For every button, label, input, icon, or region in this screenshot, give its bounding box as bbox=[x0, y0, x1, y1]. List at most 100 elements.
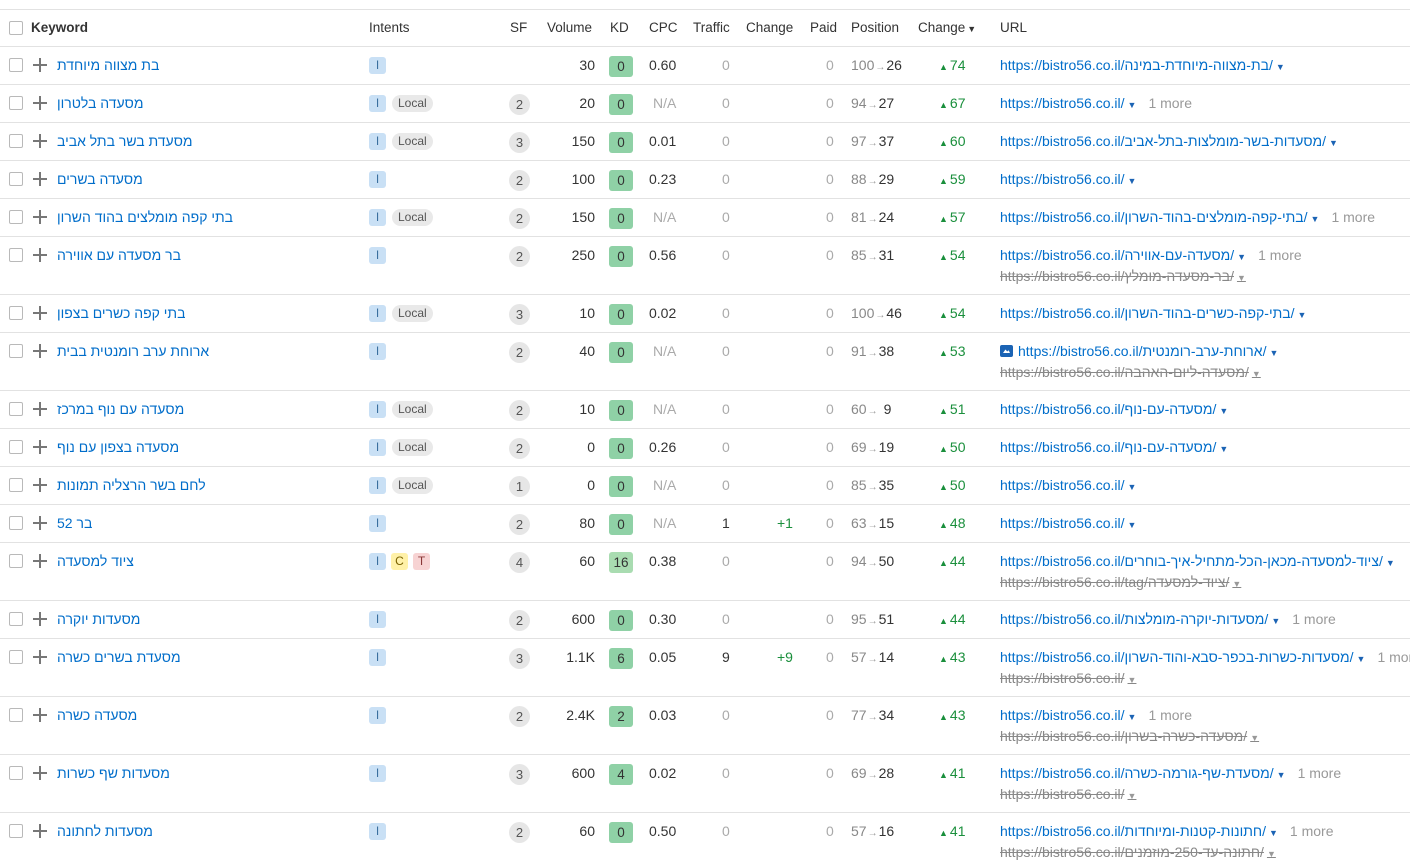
header-volume[interactable]: Volume bbox=[547, 20, 592, 35]
add-keyword-icon[interactable] bbox=[33, 402, 47, 416]
chevron-down-icon[interactable]: ▼ bbox=[1267, 849, 1276, 859]
add-keyword-icon[interactable] bbox=[33, 708, 47, 722]
chevron-down-icon[interactable]: ▼ bbox=[1128, 791, 1137, 801]
chevron-down-icon[interactable]: ▼ bbox=[1128, 675, 1137, 685]
row-checkbox[interactable] bbox=[9, 306, 23, 320]
row-checkbox[interactable] bbox=[9, 612, 23, 626]
keyword-link[interactable]: מסעדה בצפון עם נוף bbox=[57, 438, 179, 456]
add-keyword-icon[interactable] bbox=[33, 554, 47, 568]
header-paid[interactable]: Paid bbox=[810, 20, 837, 35]
header-intents[interactable]: Intents bbox=[369, 20, 410, 35]
chevron-down-icon[interactable]: ▼ bbox=[1271, 616, 1280, 626]
row-checkbox[interactable] bbox=[9, 402, 23, 416]
row-checkbox[interactable] bbox=[9, 210, 23, 224]
row-checkbox[interactable] bbox=[9, 96, 23, 110]
more-urls-link[interactable]: 1 more bbox=[1292, 611, 1336, 627]
chevron-down-icon[interactable]: ▼ bbox=[1232, 579, 1241, 589]
more-urls-link[interactable]: 1 more bbox=[1298, 765, 1342, 781]
chevron-down-icon[interactable]: ▼ bbox=[1237, 252, 1246, 262]
select-all-checkbox[interactable] bbox=[9, 21, 23, 35]
url-link[interactable]: https://bistro56.co.il/ bbox=[1000, 515, 1125, 531]
chevron-down-icon[interactable]: ▼ bbox=[1250, 733, 1259, 743]
keyword-link[interactable]: מסעדות יוקרה bbox=[57, 610, 140, 628]
row-checkbox[interactable] bbox=[9, 766, 23, 780]
url-link[interactable]: https://bistro56.co.il/מסעדה-עם-נוף/ bbox=[1000, 439, 1216, 455]
keyword-link[interactable]: בר מסעדה עם אווירה bbox=[57, 246, 181, 264]
url-link[interactable]: https://bistro56.co.il/מסעדות-כשרות-בכפר… bbox=[1000, 649, 1354, 665]
serp-features-count[interactable]: 2 bbox=[509, 342, 530, 363]
add-keyword-icon[interactable] bbox=[33, 134, 47, 148]
header-traffic[interactable]: Traffic bbox=[693, 20, 730, 35]
url-link[interactable]: https://bistro56.co.il/בתי-קפה-מומלצים-ב… bbox=[1000, 209, 1308, 225]
header-traffic-change[interactable]: Change bbox=[746, 20, 793, 35]
chevron-down-icon[interactable]: ▼ bbox=[1128, 176, 1137, 186]
row-checkbox[interactable] bbox=[9, 824, 23, 838]
more-urls-link[interactable]: 1 more bbox=[1290, 823, 1334, 839]
url-link[interactable]: https://bistro56.co.il/ארוחת-ערב-רומנטית… bbox=[1018, 343, 1266, 359]
url-link[interactable]: https://bistro56.co.il/מסעדה-עם-נוף/ bbox=[1000, 401, 1216, 417]
keyword-link[interactable]: מסעדת בשר בתל אביב bbox=[57, 132, 193, 150]
add-keyword-icon[interactable] bbox=[33, 478, 47, 492]
header-keyword[interactable]: Keyword bbox=[31, 20, 88, 35]
keyword-link[interactable]: בתי קפה מומלצים בהוד השרון bbox=[57, 208, 233, 226]
serp-features-count[interactable]: 2 bbox=[509, 514, 530, 535]
chevron-down-icon[interactable]: ▼ bbox=[1298, 310, 1307, 320]
chevron-down-icon[interactable]: ▼ bbox=[1128, 482, 1137, 492]
add-keyword-icon[interactable] bbox=[33, 58, 47, 72]
row-checkbox[interactable] bbox=[9, 650, 23, 664]
serp-features-count[interactable]: 2 bbox=[509, 208, 530, 229]
serp-features-count[interactable]: 3 bbox=[509, 304, 530, 325]
add-keyword-icon[interactable] bbox=[33, 306, 47, 320]
serp-features-count[interactable]: 2 bbox=[509, 706, 530, 727]
url-link[interactable]: https://bistro56.co.il/ bbox=[1000, 707, 1125, 723]
chevron-down-icon[interactable]: ▼ bbox=[1311, 214, 1320, 224]
serp-features-count[interactable]: 1 bbox=[509, 476, 530, 497]
more-urls-link[interactable]: 1 more bbox=[1148, 707, 1192, 723]
add-keyword-icon[interactable] bbox=[33, 210, 47, 224]
url-link[interactable]: https://bistro56.co.il/מסעדת-שף-גורמה-כש… bbox=[1000, 765, 1274, 781]
serp-features-count[interactable]: 2 bbox=[509, 438, 530, 459]
keyword-link[interactable]: ארוחת ערב רומנטית בבית bbox=[57, 342, 209, 360]
row-checkbox[interactable] bbox=[9, 516, 23, 530]
add-keyword-icon[interactable] bbox=[33, 248, 47, 262]
chevron-down-icon[interactable]: ▼ bbox=[1128, 712, 1137, 722]
url-link[interactable]: https://bistro56.co.il/ bbox=[1000, 95, 1125, 111]
chevron-down-icon[interactable]: ▼ bbox=[1329, 138, 1338, 148]
add-keyword-icon[interactable] bbox=[33, 650, 47, 664]
serp-features-count[interactable]: 2 bbox=[509, 170, 530, 191]
url-link[interactable]: https://bistro56.co.il/ bbox=[1000, 171, 1125, 187]
row-checkbox[interactable] bbox=[9, 554, 23, 568]
keyword-link[interactable]: בר 52 bbox=[57, 514, 92, 532]
url-link[interactable]: https://bistro56.co.il/ציוד-למסעדה-מכאן-… bbox=[1000, 553, 1383, 569]
chevron-down-icon[interactable]: ▼ bbox=[1128, 520, 1137, 530]
keyword-link[interactable]: בת מצווה מיוחדת bbox=[57, 56, 159, 74]
more-urls-link[interactable]: 1 more bbox=[1258, 247, 1302, 263]
chevron-down-icon[interactable]: ▼ bbox=[1386, 558, 1395, 568]
row-checkbox[interactable] bbox=[9, 134, 23, 148]
row-checkbox[interactable] bbox=[9, 478, 23, 492]
keyword-link[interactable]: מסעדות שף כשרות bbox=[57, 764, 170, 782]
more-urls-link[interactable]: 1 more bbox=[1377, 649, 1410, 665]
add-keyword-icon[interactable] bbox=[33, 344, 47, 358]
keyword-link[interactable]: בתי קפה כשרים בצפון bbox=[57, 304, 185, 322]
chevron-down-icon[interactable]: ▼ bbox=[1357, 654, 1366, 664]
chevron-down-icon[interactable]: ▼ bbox=[1128, 100, 1137, 110]
serp-features-count[interactable]: 2 bbox=[509, 246, 530, 267]
row-checkbox[interactable] bbox=[9, 58, 23, 72]
url-link[interactable]: https://bistro56.co.il/חתונות-קטנות-ומיו… bbox=[1000, 823, 1266, 839]
url-link[interactable]: https://bistro56.co.il/מסעדה-עם-אווירה/ bbox=[1000, 247, 1234, 263]
url-link[interactable]: https://bistro56.co.il/בת-מצווה-מיוחדת-ב… bbox=[1000, 57, 1273, 73]
serp-features-count[interactable]: 3 bbox=[509, 648, 530, 669]
add-keyword-icon[interactable] bbox=[33, 96, 47, 110]
header-position[interactable]: Position bbox=[851, 20, 899, 35]
keyword-link[interactable]: מסעדה עם נוף במרכז bbox=[57, 400, 184, 418]
chevron-down-icon[interactable]: ▼ bbox=[1276, 62, 1285, 72]
chevron-down-icon[interactable]: ▼ bbox=[1252, 369, 1261, 379]
add-keyword-icon[interactable] bbox=[33, 824, 47, 838]
serp-features-count[interactable]: 2 bbox=[509, 822, 530, 843]
serp-features-count[interactable]: 4 bbox=[509, 552, 530, 573]
keyword-link[interactable]: מסעדה בשרים bbox=[57, 170, 143, 188]
serp-features-count[interactable]: 2 bbox=[509, 610, 530, 631]
url-link[interactable]: https://bistro56.co.il/מסעדות-בשר-מומלצו… bbox=[1000, 133, 1326, 149]
serp-features-count[interactable]: 2 bbox=[509, 94, 530, 115]
